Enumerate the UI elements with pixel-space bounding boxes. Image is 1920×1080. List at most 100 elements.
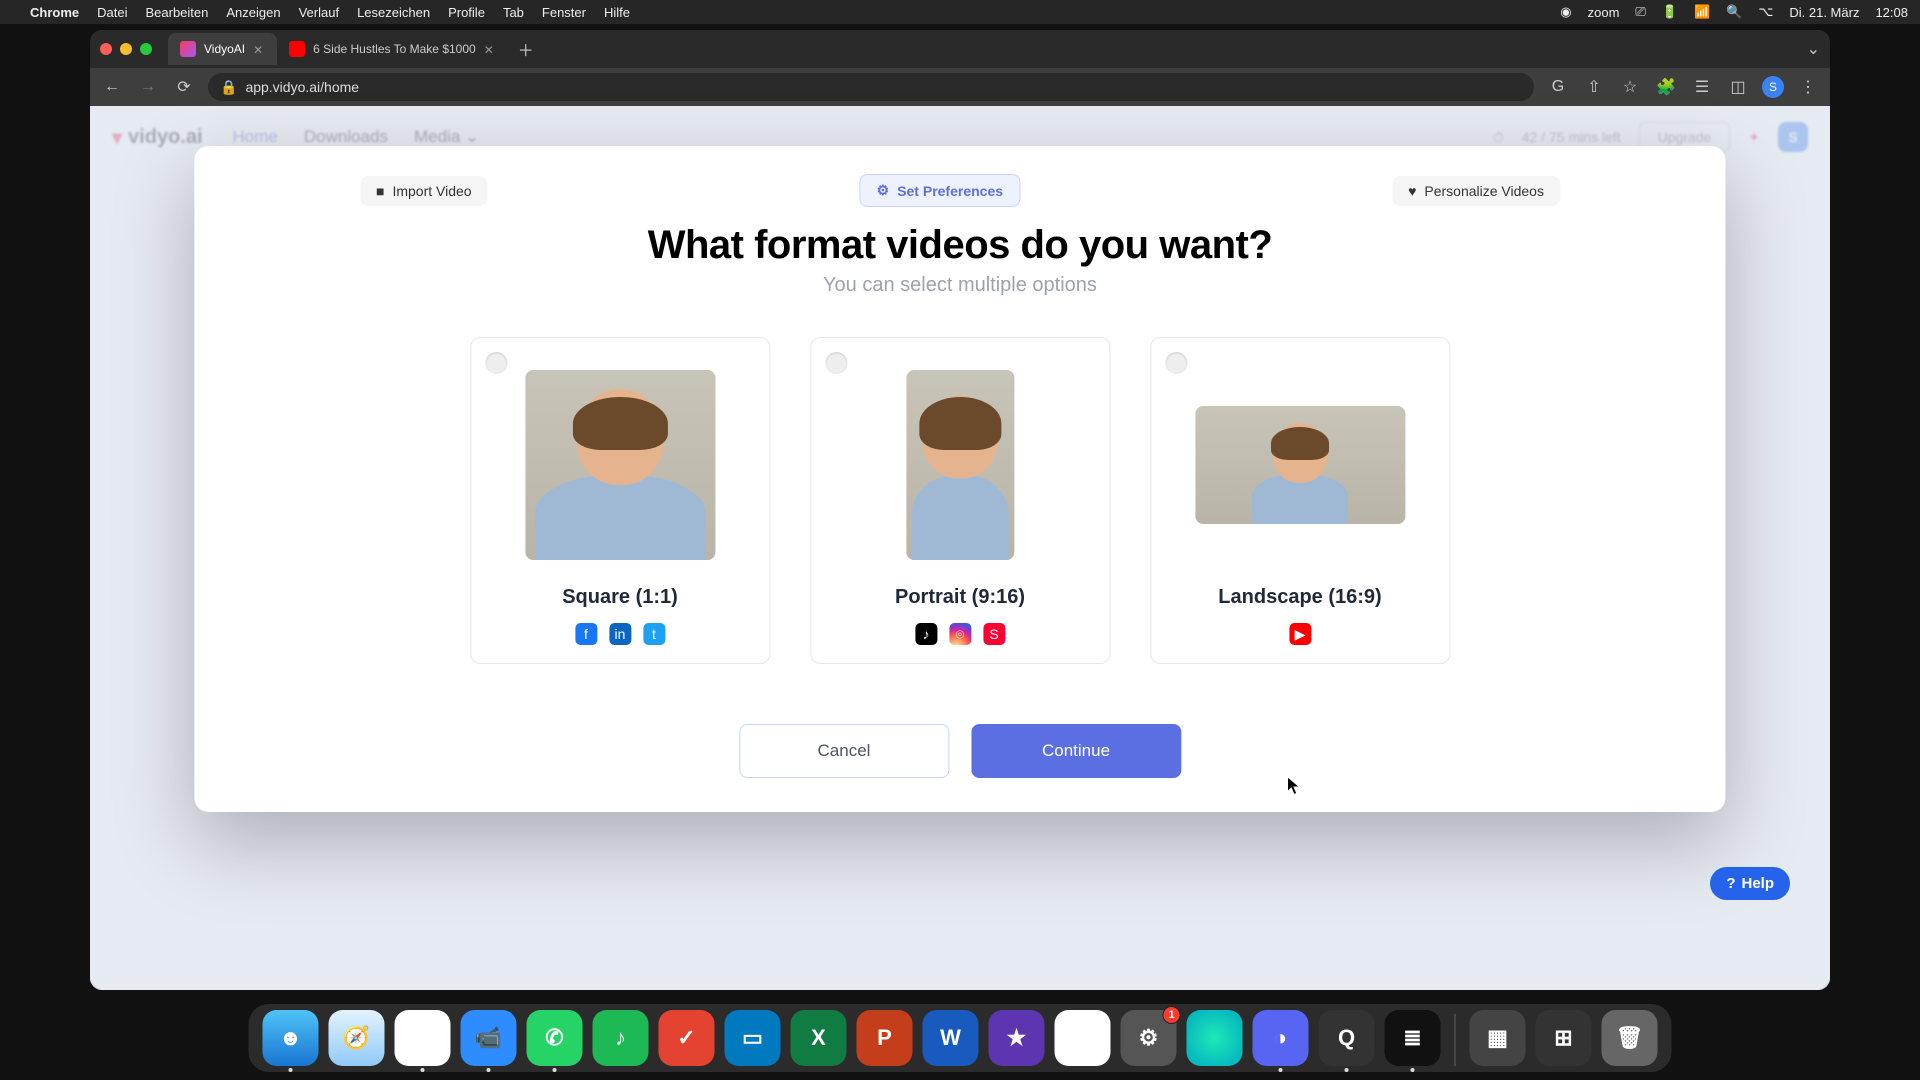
lock-icon: 🔒: [220, 79, 237, 96]
checkbox-square[interactable]: [485, 352, 507, 374]
dock-powerpoint[interactable]: P: [857, 1010, 913, 1066]
tabs-dropdown-icon[interactable]: ⌄: [1807, 39, 1820, 59]
menubar-item-history[interactable]: Verlauf: [299, 5, 339, 20]
continue-button[interactable]: Continue: [971, 724, 1181, 778]
modal-subtitle: You can select multiple options: [234, 274, 1685, 297]
dock-drive[interactable]: ▲: [1055, 1010, 1111, 1066]
menubar-item-bookmarks[interactable]: Lesezeichen: [357, 5, 430, 20]
preview-square: [525, 370, 715, 560]
tab-title: VidyoAI: [204, 42, 245, 56]
battery-icon[interactable]: 🔋: [1662, 4, 1678, 20]
heart-icon: ♥: [1408, 183, 1416, 199]
tab-strip: VidyoAI ✕ 6 Side Hustles To Make $1000 ✕…: [90, 30, 1830, 68]
chrome-menu-icon[interactable]: ⋮: [1796, 75, 1820, 99]
control-center-icon[interactable]: ⌥: [1758, 4, 1773, 20]
camera-icon: ■: [376, 183, 384, 199]
page-content: ▾ vidyo.ai Home Downloads Media ⌄ ⏱ 42 /…: [90, 106, 1830, 990]
dock-mission[interactable]: ⊞: [1536, 1010, 1592, 1066]
checkbox-portrait[interactable]: [825, 352, 847, 374]
reading-list-icon[interactable]: ☰: [1690, 75, 1714, 99]
nav-back-button[interactable]: ←: [100, 75, 124, 99]
tab-close-icon[interactable]: ✕: [484, 43, 496, 55]
dock-quicktime[interactable]: Q: [1319, 1010, 1375, 1066]
cancel-button[interactable]: Cancel: [739, 724, 949, 778]
new-tab-button[interactable]: ＋: [508, 37, 544, 61]
extensions-icon[interactable]: 🧩: [1654, 75, 1678, 99]
dock-settings[interactable]: ⚙1: [1121, 1010, 1177, 1066]
dock-chrome[interactable]: ◉: [395, 1010, 451, 1066]
display-icon[interactable]: ⎚: [1635, 4, 1645, 20]
format-card-portrait[interactable]: Portrait (9:16) ♪ ⌾ S: [810, 337, 1110, 664]
format-card-landscape[interactable]: Landscape (16:9) ▶: [1150, 337, 1450, 664]
menubar-item-view[interactable]: Anzeigen: [226, 5, 280, 20]
profile-avatar[interactable]: S: [1762, 76, 1784, 98]
tab-youtube[interactable]: 6 Side Hustles To Make $1000 ✕: [277, 33, 508, 65]
help-button[interactable]: ? Help: [1710, 867, 1790, 900]
step-set-preferences[interactable]: ⚙ Set Preferences: [860, 174, 1020, 207]
favicon-youtube-icon: [289, 41, 305, 57]
menubar-item-file[interactable]: Datei: [97, 5, 127, 20]
window-close[interactable]: [100, 43, 112, 55]
tab-vidyoai[interactable]: VidyoAI ✕: [168, 33, 277, 65]
tiktok-icon: ♪: [915, 623, 937, 645]
spotlight-icon[interactable]: 🔍: [1726, 4, 1742, 20]
window-minimize[interactable]: [120, 43, 132, 55]
nav-forward-button[interactable]: →: [136, 75, 160, 99]
dock-calculator[interactable]: ▦: [1470, 1010, 1526, 1066]
menubar-time[interactable]: 12:08: [1875, 5, 1908, 20]
dock-whatsapp[interactable]: ✆: [527, 1010, 583, 1066]
card-title: Square (1:1): [562, 586, 678, 609]
dock-spotify[interactable]: ♪: [593, 1010, 649, 1066]
dock-trello[interactable]: ▭: [725, 1010, 781, 1066]
card-title: Portrait (9:16): [895, 586, 1025, 609]
chrome-window: VidyoAI ✕ 6 Side Hustles To Make $1000 ✕…: [90, 30, 1830, 990]
dock-audio[interactable]: ≣: [1385, 1010, 1441, 1066]
menubar-item-profiles[interactable]: Profile: [448, 5, 485, 20]
dock-word[interactable]: W: [923, 1010, 979, 1066]
dock-todoist[interactable]: ✓: [659, 1010, 715, 1066]
checkbox-landscape[interactable]: [1165, 352, 1187, 374]
dock-imovie[interactable]: ★: [989, 1010, 1045, 1066]
menubar-item-edit[interactable]: Bearbeiten: [145, 5, 208, 20]
nav-reload-button[interactable]: ⟳: [172, 75, 196, 99]
dock-finder[interactable]: ☻: [263, 1010, 319, 1066]
shorts-icon: S: [983, 623, 1005, 645]
zoom-status[interactable]: zoom: [1588, 5, 1620, 20]
url-field[interactable]: 🔒 app.vidyo.ai/home: [208, 73, 1534, 101]
preview-landscape: [1195, 406, 1405, 524]
menubar-date[interactable]: Di. 21. März: [1789, 5, 1859, 20]
window-zoom[interactable]: [140, 43, 152, 55]
dock-siri[interactable]: [1187, 1010, 1243, 1066]
dock-safari[interactable]: 🧭: [329, 1010, 385, 1066]
share-icon[interactable]: ⇧: [1582, 75, 1606, 99]
google-profile-icon[interactable]: G: [1546, 75, 1570, 99]
twitter-icon: t: [643, 623, 665, 645]
preview-portrait: [906, 370, 1014, 560]
sidepanel-icon[interactable]: ◫: [1726, 75, 1750, 99]
menubar-item-window[interactable]: Fenster: [542, 5, 586, 20]
format-card-square[interactable]: Square (1:1) f in t: [470, 337, 770, 664]
tab-close-icon[interactable]: ✕: [253, 43, 265, 55]
macos-menubar: Chrome Datei Bearbeiten Anzeigen Verlauf…: [0, 0, 1920, 24]
screen-record-icon[interactable]: ◉: [1560, 4, 1571, 20]
instagram-icon: ⌾: [949, 623, 971, 645]
step-personalize-videos[interactable]: ♥ Personalize Videos: [1392, 176, 1560, 206]
menubar-app[interactable]: Chrome: [30, 5, 79, 20]
dock-excel[interactable]: X: [791, 1010, 847, 1066]
dock-zoom[interactable]: 📹: [461, 1010, 517, 1066]
dock-discord[interactable]: ◑: [1253, 1010, 1309, 1066]
address-bar: ← → ⟳ 🔒 app.vidyo.ai/home G ⇧ ☆ 🧩 ☰ ◫ S …: [90, 68, 1830, 106]
macos-dock: ☻🧭◉📹✆♪✓▭XPW★▲⚙1 ◑Q≣ ▦⊞🗑: [249, 1004, 1672, 1072]
gear-icon: ⚙: [877, 182, 890, 199]
menubar-item-tab[interactable]: Tab: [503, 5, 524, 20]
bookmark-icon[interactable]: ☆: [1618, 75, 1642, 99]
modal-title: What format videos do you want?: [234, 223, 1685, 268]
menubar-item-help[interactable]: Hilfe: [604, 5, 630, 20]
card-title: Landscape (16:9): [1218, 586, 1381, 609]
step-import-video[interactable]: ■ Import Video: [360, 176, 488, 206]
wifi-icon[interactable]: 📶: [1694, 4, 1710, 20]
favicon-vidyo-icon: [180, 41, 196, 57]
dock-trash[interactable]: 🗑: [1602, 1010, 1658, 1066]
dock-badge: 1: [1163, 1006, 1181, 1024]
tab-title: 6 Side Hustles To Make $1000: [313, 42, 476, 56]
